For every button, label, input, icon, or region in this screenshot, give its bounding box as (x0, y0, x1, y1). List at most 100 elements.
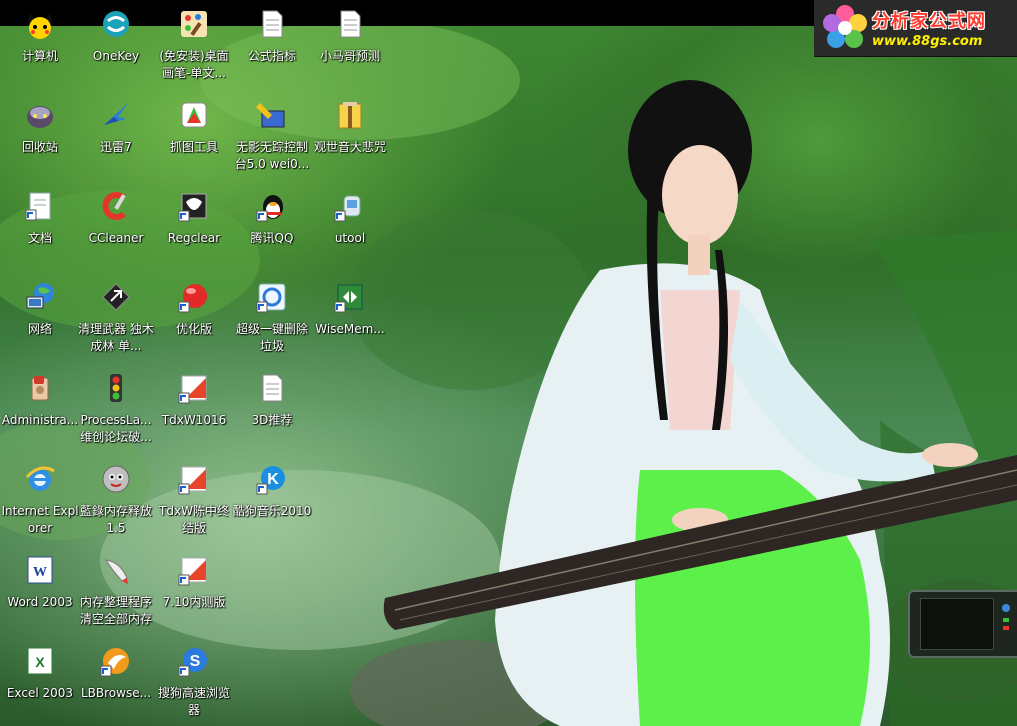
desktop-icon-superdelete[interactable]: 超级一键删除垃圾 (232, 281, 312, 355)
desktop-icon-label: 3D推荐 (251, 413, 293, 427)
desktop-icon-label: 超级一键删除垃圾 (235, 322, 308, 353)
desktop-icon-tdxchen[interactable]: TdxW陈中终结版 (154, 463, 234, 537)
lbbrowser-icon (100, 648, 129, 677)
desktop-icon-label: CCleaner (88, 231, 144, 245)
desktop-icon-recycle-bin[interactable]: 回收站 (0, 99, 80, 156)
traffic-light-icon (110, 374, 122, 402)
user-folder-icon (31, 376, 49, 401)
desktop-icon-label: 酷狗音乐2010 (232, 504, 312, 518)
desktop-icon-label: 腾讯QQ (250, 231, 294, 245)
desktop-icon-label: 搜狗高速浏览器 (157, 686, 230, 717)
monitor-screen (920, 598, 994, 650)
desktop-icon-excel[interactable]: X Excel 2003 (0, 645, 80, 702)
desktop-icon-xunlei[interactable]: 迅雷7 (76, 99, 156, 156)
svg-text:K: K (267, 471, 279, 488)
desktop-icon-docs[interactable]: 文档 (0, 190, 80, 247)
desktop-icon-paint[interactable]: (免安装)桌面画笔-单文... (154, 8, 234, 82)
desktop-icon-label: LBBrowse... (80, 686, 152, 700)
desktop-icon-administrator[interactable]: Administra... (0, 372, 80, 429)
desktop-icon-label: 清理武器 独木成林 单... (78, 322, 154, 353)
logo-title: 分析家公式网 (872, 11, 986, 32)
wisemem-icon (334, 284, 363, 313)
desktop-icon-label: WiseMem... (315, 322, 385, 336)
desktop-icon-label: 计算机 (21, 49, 58, 63)
text-file-icon (340, 10, 361, 38)
paint-palette-icon (181, 11, 207, 37)
desktop-icon-label: 抓图工具 (169, 140, 218, 154)
monitor-indicator-icon (1002, 604, 1010, 630)
desktop-icon-qq[interactable]: 腾讯QQ (232, 190, 312, 247)
desktop-icon-label: 回收站 (21, 140, 58, 154)
archive-file-icon (338, 102, 362, 129)
utool-icon (334, 195, 361, 222)
desktop-icon-utool[interactable]: utool (310, 190, 390, 247)
desktop-icon-label: 7.10内测版 (162, 595, 226, 609)
desktop-icon-label: (免安装)桌面画笔-单文... (159, 49, 229, 80)
desktop-icon-regclear[interactable]: Regclear (154, 190, 234, 247)
broom-icon (256, 103, 285, 128)
text-file-icon (262, 374, 283, 402)
desktop-icon-label: Word 2003 (7, 595, 73, 609)
desktop-icon-ccleaner[interactable]: CCleaner (76, 190, 156, 247)
regclear-icon (178, 193, 207, 222)
tdx-icon (178, 557, 207, 586)
desktop-icon-memclean[interactable]: 内存整理程序清空全部内存 (76, 554, 156, 628)
desktop-icon-onekey[interactable]: OneKey (76, 8, 156, 65)
desktop-icon-optimize[interactable]: 优化版 (154, 281, 234, 338)
ccleaner-icon (102, 192, 127, 220)
desktop-icon-label: 观世音大悲咒 (313, 140, 386, 154)
desktop-icon-tdx1016[interactable]: TdxW1016 (154, 372, 234, 429)
system-monitor-widget[interactable] (908, 590, 1017, 658)
logo-url: www.88gs.com (872, 34, 983, 49)
desktop-icon-label: ProcessLa... 维创论坛破... (80, 413, 152, 444)
desktop-icon-wuying[interactable]: 无影无踪控制台5.0 wei0... (232, 99, 312, 173)
desktop-icon-lanlu[interactable]: 藍錄内存释放1.5 (76, 463, 156, 537)
desktop-icon-710[interactable]: 7.10内测版 (154, 554, 234, 611)
documents-folder-icon (25, 192, 51, 221)
word-icon: W (27, 556, 53, 584)
text-file-icon (262, 10, 283, 38)
desktop-icon-label: TdxW陈中终结版 (159, 504, 229, 535)
desktop-icon-label: OneKey (92, 49, 140, 63)
desktop-icon-formula[interactable]: 公式指标 (232, 8, 312, 65)
desktop-icon-label: 藍錄内存释放1.5 (79, 504, 152, 535)
desktop-icon-sogou[interactable]: S 搜狗高速浏览器 (154, 645, 234, 719)
sogou-browser-icon: S (178, 648, 207, 677)
xunlei-bird-icon (104, 103, 128, 125)
desktop-icon-word[interactable]: W Word 2003 (0, 554, 80, 611)
qq-penguin-icon (256, 195, 283, 222)
kugou-music-icon: K (256, 466, 285, 495)
desktop-icon-label: utool (334, 231, 366, 245)
super-delete-icon (256, 283, 286, 313)
memory-release-icon (102, 465, 130, 493)
svg-text:X: X (35, 654, 45, 670)
desktop-icon-kugou[interactable]: K 酷狗音乐2010 (232, 463, 312, 520)
watermark-logo: 分析家公式网 www.88gs.com (814, 0, 1017, 57)
desktop-icon-label: 无影无踪控制台5.0 wei0... (234, 140, 310, 171)
desktop-icon-capture[interactable]: 抓图工具 (154, 99, 234, 156)
desktop-icon-ie[interactable]: Internet Explorer (0, 463, 80, 537)
desktop-icon-label: TdxW1016 (161, 413, 227, 427)
desktop-icon-network[interactable]: 网络 (0, 281, 80, 338)
excel-icon: X (27, 647, 53, 675)
optimize-ball-icon (178, 284, 207, 313)
desktop-icon-label: 公式指标 (247, 49, 296, 63)
desktop-icon-cleanweapon[interactable]: 清理武器 独木成林 单... (76, 281, 156, 355)
desktop-icon-label: Internet Explorer (1, 504, 79, 535)
desktop-icon-lbbrowser[interactable]: LBBrowse... (76, 645, 156, 702)
recycle-bin-icon (27, 106, 53, 128)
desktop-icon-xiaoma[interactable]: 小马哥预测 (310, 8, 390, 65)
tdx-icon (178, 375, 207, 404)
desktop-icon-processla[interactable]: ProcessLa... 维创论坛破... (76, 372, 156, 446)
pikachu-computer-icon (28, 12, 52, 39)
desktop-icon-guanyin[interactable]: 观世音大悲咒 (310, 99, 390, 156)
desktop-icon-label: 网络 (27, 322, 52, 336)
network-icon (26, 283, 54, 309)
desktop-icon-label: 优化版 (175, 322, 212, 336)
desktop-icon-computer[interactable]: 计算机 (0, 8, 80, 65)
flower-logo-icon (823, 5, 867, 48)
tdx-icon (178, 466, 207, 495)
desktop-icon-3d[interactable]: 3D推荐 (232, 372, 312, 429)
desktop-icon-label: 内存整理程序清空全部内存 (79, 595, 152, 626)
desktop-icon-wisemem[interactable]: WiseMem... (310, 281, 390, 338)
